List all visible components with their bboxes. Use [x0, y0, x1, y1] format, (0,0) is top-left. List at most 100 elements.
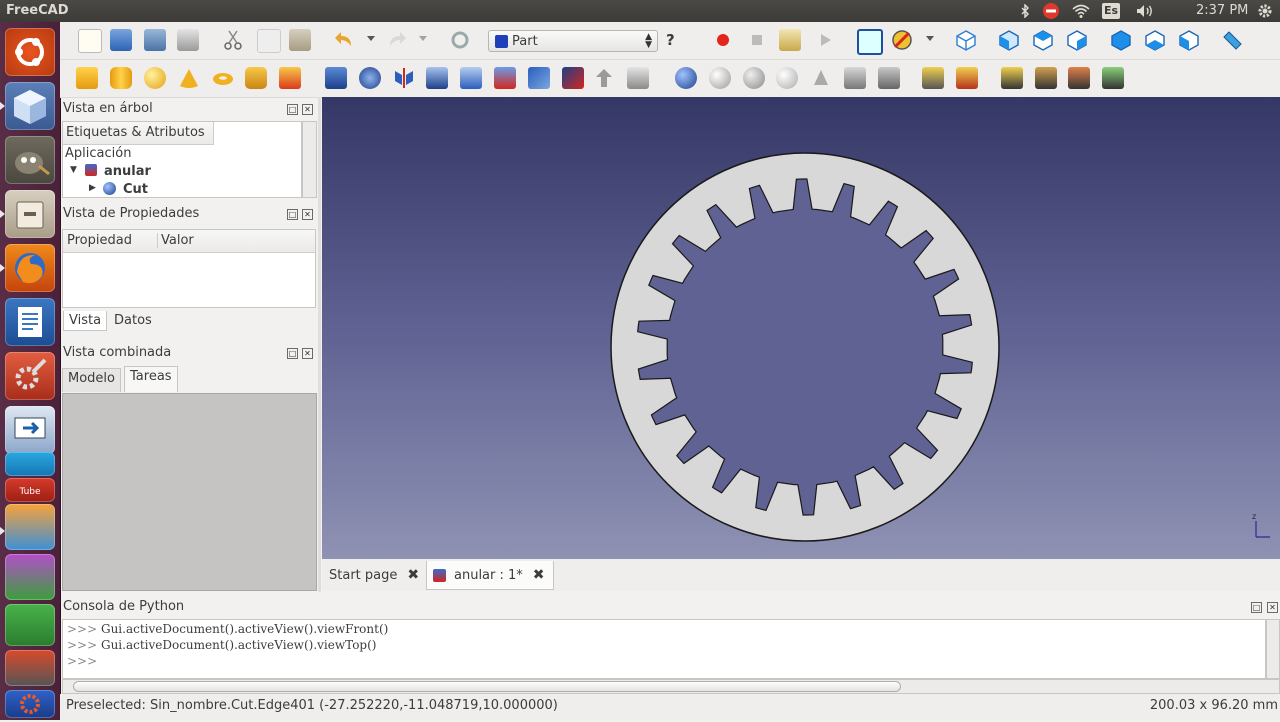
tab-datos[interactable]: Datos: [109, 311, 157, 330]
mirror-icon[interactable]: [393, 67, 415, 89]
session-gear-icon[interactable]: [1255, 2, 1275, 20]
cube-icon[interactable]: [76, 67, 98, 89]
property-view-close-icon[interactable]: ✕: [302, 209, 313, 220]
right-view-icon[interactable]: [1066, 29, 1088, 51]
col-value[interactable]: Valor: [157, 233, 194, 248]
measure-linear-icon[interactable]: [1001, 67, 1023, 89]
cut-icon[interactable]: [222, 29, 244, 51]
console-float-icon[interactable]: □: [1251, 602, 1262, 613]
shape-builder-icon[interactable]: [279, 67, 301, 89]
fit-all-icon[interactable]: [857, 29, 883, 55]
combo-view-float-icon[interactable]: □: [287, 348, 298, 359]
tab-tareas[interactable]: Tareas: [124, 366, 178, 392]
cut-boolean-icon[interactable]: [709, 67, 731, 89]
print-icon[interactable]: [177, 29, 199, 51]
python-console[interactable]: >>> Gui.activeDocument().activeView().vi…: [62, 619, 1266, 679]
gimp-launcher-icon[interactable]: [5, 136, 55, 184]
ruled-surface-icon[interactable]: [528, 67, 550, 89]
console-scroll-thumb[interactable]: [73, 681, 901, 692]
refresh-icon[interactable]: [449, 29, 471, 51]
cone-icon[interactable]: [178, 67, 200, 89]
bluetooth-icon[interactable]: [1018, 2, 1032, 20]
macros-icon[interactable]: [779, 29, 801, 51]
volume-icon[interactable]: [1135, 2, 1155, 20]
tree-item-anular[interactable]: anular: [104, 164, 151, 179]
system-launcher-icon[interactable]: [5, 650, 55, 686]
tree-expand-anular-icon[interactable]: ▼: [70, 165, 77, 175]
boolean-icon[interactable]: [675, 67, 697, 89]
draw-style-dropdown[interactable]: [926, 36, 934, 41]
3d-viewport[interactable]: z: [322, 97, 1280, 559]
tab-start-page[interactable]: Start page ✖: [326, 561, 425, 589]
fuse-icon[interactable]: [743, 67, 765, 89]
console-horizontal-scrollbar[interactable]: [62, 679, 1280, 694]
workbench-selector[interactable]: Part ▲ ▼: [488, 30, 658, 52]
files-launcher-icon[interactable]: [5, 190, 55, 238]
execute-macro-icon[interactable]: [816, 31, 834, 49]
torus-icon[interactable]: [212, 67, 234, 89]
tree-expand-cut-icon[interactable]: ▶: [89, 183, 96, 193]
tree-view-float-icon[interactable]: □: [287, 104, 298, 115]
console-vertical-scrollbar[interactable]: [1266, 619, 1280, 679]
measure-clear-icon[interactable]: [1102, 67, 1124, 89]
tab-modelo[interactable]: Modelo: [62, 368, 121, 392]
software-launcher-icon[interactable]: [5, 604, 55, 646]
combo-view-close-icon[interactable]: ✕: [302, 348, 313, 359]
left-view-icon[interactable]: [1178, 29, 1200, 51]
rear-view-icon[interactable]: [1110, 29, 1132, 51]
chamfer-icon[interactable]: [460, 67, 482, 89]
redo-dropdown[interactable]: [419, 36, 427, 41]
annular-gear-part[interactable]: z: [322, 97, 1280, 559]
sweep-icon[interactable]: [593, 67, 615, 89]
new-document-icon[interactable]: [78, 29, 102, 53]
tree-item-cut[interactable]: Cut: [123, 182, 148, 197]
settings-launcher-icon[interactable]: [5, 352, 55, 400]
tab-anular[interactable]: anular : 1* ✖: [426, 561, 554, 590]
console-input-line[interactable]: >>>: [67, 654, 101, 668]
workspace-launcher-icon[interactable]: [5, 690, 55, 718]
wifi-icon[interactable]: [1070, 2, 1092, 20]
close-tab-icon[interactable]: ✖: [407, 567, 419, 583]
top-view-icon[interactable]: [1032, 29, 1054, 51]
open-icon[interactable]: [110, 29, 132, 51]
keyboard-layout-indicator[interactable]: Es: [1101, 2, 1121, 20]
network-disabled-icon[interactable]: [1041, 2, 1061, 20]
front-view-icon[interactable]: [998, 29, 1020, 51]
extrude-icon[interactable]: [325, 67, 347, 89]
twitter-launcher-icon[interactable]: [5, 452, 55, 476]
sphere-icon[interactable]: [144, 67, 166, 89]
tab-vista[interactable]: Vista: [63, 311, 108, 331]
stop-macro-icon[interactable]: [748, 31, 766, 49]
section-icon[interactable]: [810, 67, 832, 89]
draw-style-icon[interactable]: [891, 29, 913, 51]
ubuntu-dash-icon[interactable]: [5, 28, 55, 76]
video-editor-launcher-icon[interactable]: [5, 554, 55, 600]
remote-desktop-launcher-icon[interactable]: [5, 406, 55, 454]
tree-scrollbar[interactable]: [302, 121, 317, 198]
thickness-icon[interactable]: [627, 67, 649, 89]
isometric-view-icon[interactable]: [955, 29, 977, 51]
loft-icon[interactable]: [562, 67, 584, 89]
check-geometry-icon[interactable]: [922, 67, 944, 89]
copy-icon[interactable]: [257, 29, 281, 53]
cross-sections-icon[interactable]: [844, 67, 866, 89]
panel-splitter[interactable]: [318, 97, 321, 592]
revolve-icon[interactable]: [359, 67, 381, 89]
make-face-icon[interactable]: [494, 67, 516, 89]
bottom-view-icon[interactable]: [1144, 29, 1166, 51]
property-view-float-icon[interactable]: □: [287, 209, 298, 220]
common-icon[interactable]: [776, 67, 798, 89]
youtube-launcher-icon[interactable]: Tube: [5, 478, 55, 502]
col-property[interactable]: Propiedad: [67, 233, 132, 248]
writer-launcher-icon[interactable]: [5, 298, 55, 346]
close-tab-icon[interactable]: ✖: [533, 567, 545, 583]
tree-view-close-icon[interactable]: ✕: [302, 104, 313, 115]
undo-icon[interactable]: [333, 29, 355, 51]
freecad-launcher-icon[interactable]: [5, 82, 55, 130]
fillet-icon[interactable]: [426, 67, 448, 89]
measure-angular-icon[interactable]: [1035, 67, 1057, 89]
firefox-launcher-icon[interactable]: [5, 244, 55, 292]
save-icon[interactable]: [144, 29, 166, 51]
record-macro-icon[interactable]: [714, 31, 732, 49]
create-primitives-icon[interactable]: [245, 67, 267, 89]
